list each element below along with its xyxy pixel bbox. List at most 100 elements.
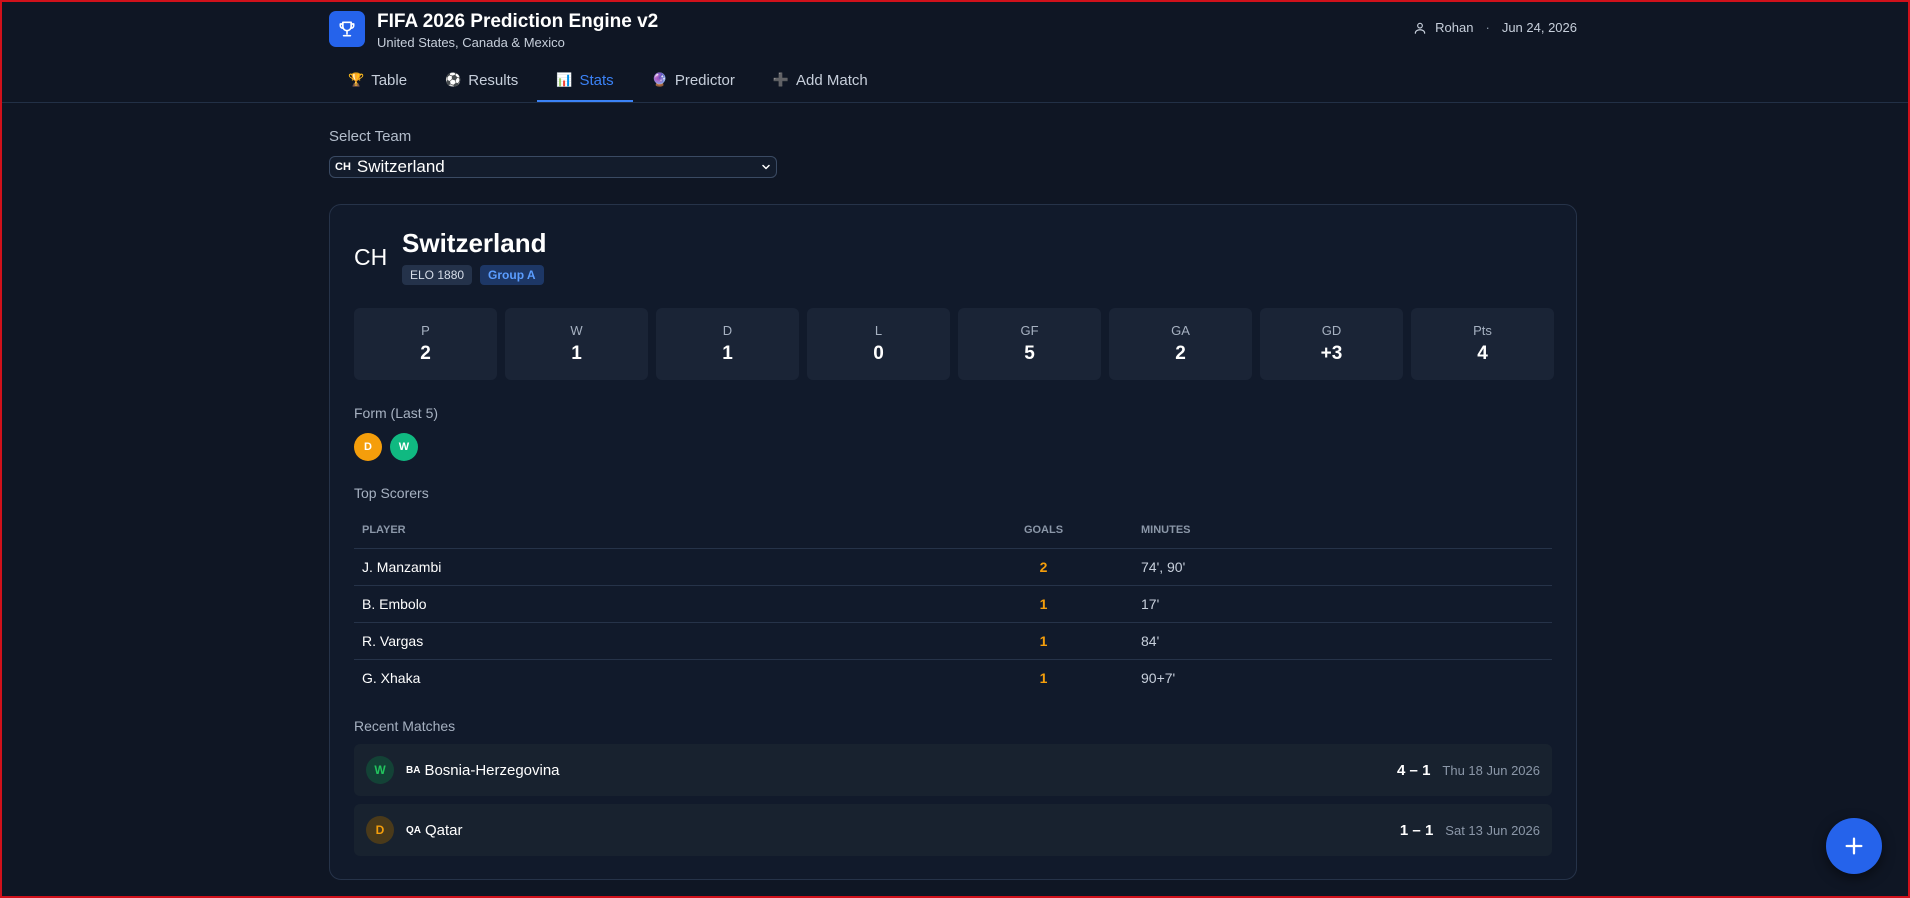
team-select[interactable]: CH Switzerland [329, 156, 777, 178]
user-info: Rohan · Jun 24, 2026 [1413, 20, 1577, 35]
table-row: J. Manzambi 2 74', 90' [354, 548, 1552, 586]
match-result-badge: W [366, 756, 394, 784]
current-date: Jun 24, 2026 [1501, 20, 1577, 35]
stat-label: D [722, 323, 733, 338]
team-code: CH [354, 243, 388, 270]
match-result-badge: D [366, 816, 394, 844]
tab-label: Predictor [674, 71, 735, 89]
team-header: CH Switzerland ELO 1880 Group A [354, 229, 552, 285]
stat-label: L [874, 323, 883, 338]
opponent-name: Bosnia-Herzegovina [424, 761, 560, 779]
goal-minutes: 74', 90' [1133, 548, 1552, 586]
player-name: J. Manzambi [354, 548, 954, 586]
app-subtitle: United States, Canada & Mexico [377, 35, 565, 50]
match-score: 4 – 1 [1397, 761, 1431, 779]
trophy-icon [329, 11, 365, 47]
stat-label: Pts [1473, 323, 1492, 338]
stat-value: 5 [1024, 343, 1035, 364]
tab-label: Table [371, 71, 408, 89]
stat-drawn: D 1 [656, 308, 799, 380]
main-tabs: 🏆 Table ⚽ Results 📊 Stats 🔮 Predictor ➕ … [329, 60, 887, 103]
crystal-ball-icon: 🔮 [651, 72, 668, 87]
stat-played: P 2 [354, 308, 497, 380]
top-bar: FIFA 2026 Prediction Engine v2 United St… [0, 0, 1910, 103]
match-score: 1 – 1 [1399, 821, 1434, 839]
stat-value: 0 [873, 343, 884, 364]
plus-icon: ➕ [772, 72, 790, 87]
match-date: Sat 13 Jun 2026 [1445, 822, 1540, 838]
player-name: G. Xhaka [362, 669, 421, 686]
chevron-down-icon [762, 164, 770, 170]
match-row[interactable]: W BA Bosnia-Herzegovina 4 – 1 Thu 18 Jun… [354, 744, 1552, 796]
stat-goals-against: GA 2 [1109, 308, 1252, 380]
select-team-label: Select Team [329, 128, 412, 145]
add-match-fab-button[interactable] [1826, 818, 1882, 874]
group-badge: Group A [480, 265, 544, 285]
opponent-code: BA [406, 764, 421, 776]
form-result-draw: D [354, 433, 382, 461]
goal-count: 1 [954, 585, 1133, 623]
tab-label: Results [468, 71, 519, 89]
table-row: B. Embolo 1 17' [354, 585, 1552, 623]
player-column-header: PLAYER [354, 512, 954, 549]
goal-minutes: 84' [1133, 622, 1552, 660]
team-name: Switzerland [402, 228, 547, 258]
tab-table[interactable]: 🏆 Table [329, 60, 426, 102]
user-name[interactable]: Rohan [1435, 20, 1473, 35]
tab-results[interactable]: ⚽ Results [426, 60, 537, 102]
app-title: FIFA 2026 Prediction Engine v2 [377, 11, 659, 32]
form-result-win: W [390, 433, 418, 461]
stat-label: P [421, 323, 430, 338]
stat-value: 2 [420, 343, 431, 364]
stat-won: W 1 [505, 308, 648, 380]
stat-value: +3 [1320, 343, 1343, 364]
stat-value: 1 [722, 343, 733, 364]
team-select-code: CH [335, 161, 351, 173]
stat-value: 4 [1477, 343, 1488, 364]
match-date: Thu 18 Jun 2026 [1442, 762, 1540, 778]
match-row[interactable]: D QA Qatar 1 – 1 Sat 13 Jun 2026 [354, 804, 1552, 856]
tab-label: Add Match [796, 71, 868, 89]
goals-column-header: GOALS [954, 512, 1133, 549]
stat-label: GA [1171, 323, 1190, 338]
goal-count: 1 [1039, 669, 1048, 686]
table-header-row: PLAYER GOALS MINUTES [354, 512, 1552, 549]
stat-value: 2 [1175, 343, 1186, 364]
trophy-icon: 🏆 [348, 72, 365, 87]
stat-label: GF [1020, 323, 1039, 338]
brand: FIFA 2026 Prediction Engine v2 United St… [329, 11, 658, 50]
tab-predictor[interactable]: 🔮 Predictor [633, 60, 754, 102]
team-stats-card: CH Switzerland ELO 1880 Group A P 2 W 1 … [329, 204, 1577, 880]
separator: · [1485, 20, 1490, 35]
recent-matches-title: Recent Matches [354, 718, 456, 734]
elo-badge: ELO 1880 [402, 265, 473, 285]
stat-value: 1 [571, 343, 582, 364]
soccer-ball-icon: ⚽ [445, 72, 462, 87]
goal-count: 1 [954, 622, 1133, 660]
table-row: R. Vargas 1 84' [354, 622, 1552, 660]
goal-minutes: 90+7' [1141, 669, 1176, 686]
top-scorers-title: Top Scorers [354, 485, 429, 501]
stat-points: Pts 4 [1411, 308, 1554, 380]
goal-count: 2 [954, 548, 1133, 586]
plus-icon [1845, 837, 1863, 855]
player-name: B. Embolo [354, 585, 954, 623]
stat-goal-difference: GD +3 [1260, 308, 1403, 380]
bar-chart-icon: 📊 [556, 72, 573, 87]
table-row: G. Xhaka 1 90+7' [354, 659, 1552, 696]
stat-label: GD [1321, 323, 1342, 338]
stats-grid: P 2 W 1 D 1 L 0 GF 5 GA 2 GD +3 Pts 4 [354, 308, 1554, 380]
stat-lost: L 0 [807, 308, 950, 380]
team-select-value: Switzerland [356, 157, 445, 176]
user-icon [1414, 22, 1426, 34]
opponent-code: QA [406, 824, 421, 836]
opponent-name: Qatar [425, 821, 463, 839]
minutes-column-header: MINUTES [1133, 512, 1552, 549]
stat-goals-for: GF 5 [958, 308, 1101, 380]
form-row: D W [354, 433, 426, 461]
stat-label: W [570, 323, 583, 338]
tab-stats[interactable]: 📊 Stats [537, 60, 633, 102]
goal-minutes: 17' [1133, 585, 1552, 623]
tab-add-match[interactable]: ➕ Add Match [754, 60, 887, 102]
top-scorers-table: PLAYER GOALS MINUTES J. Manzambi 2 74', … [354, 512, 1552, 696]
